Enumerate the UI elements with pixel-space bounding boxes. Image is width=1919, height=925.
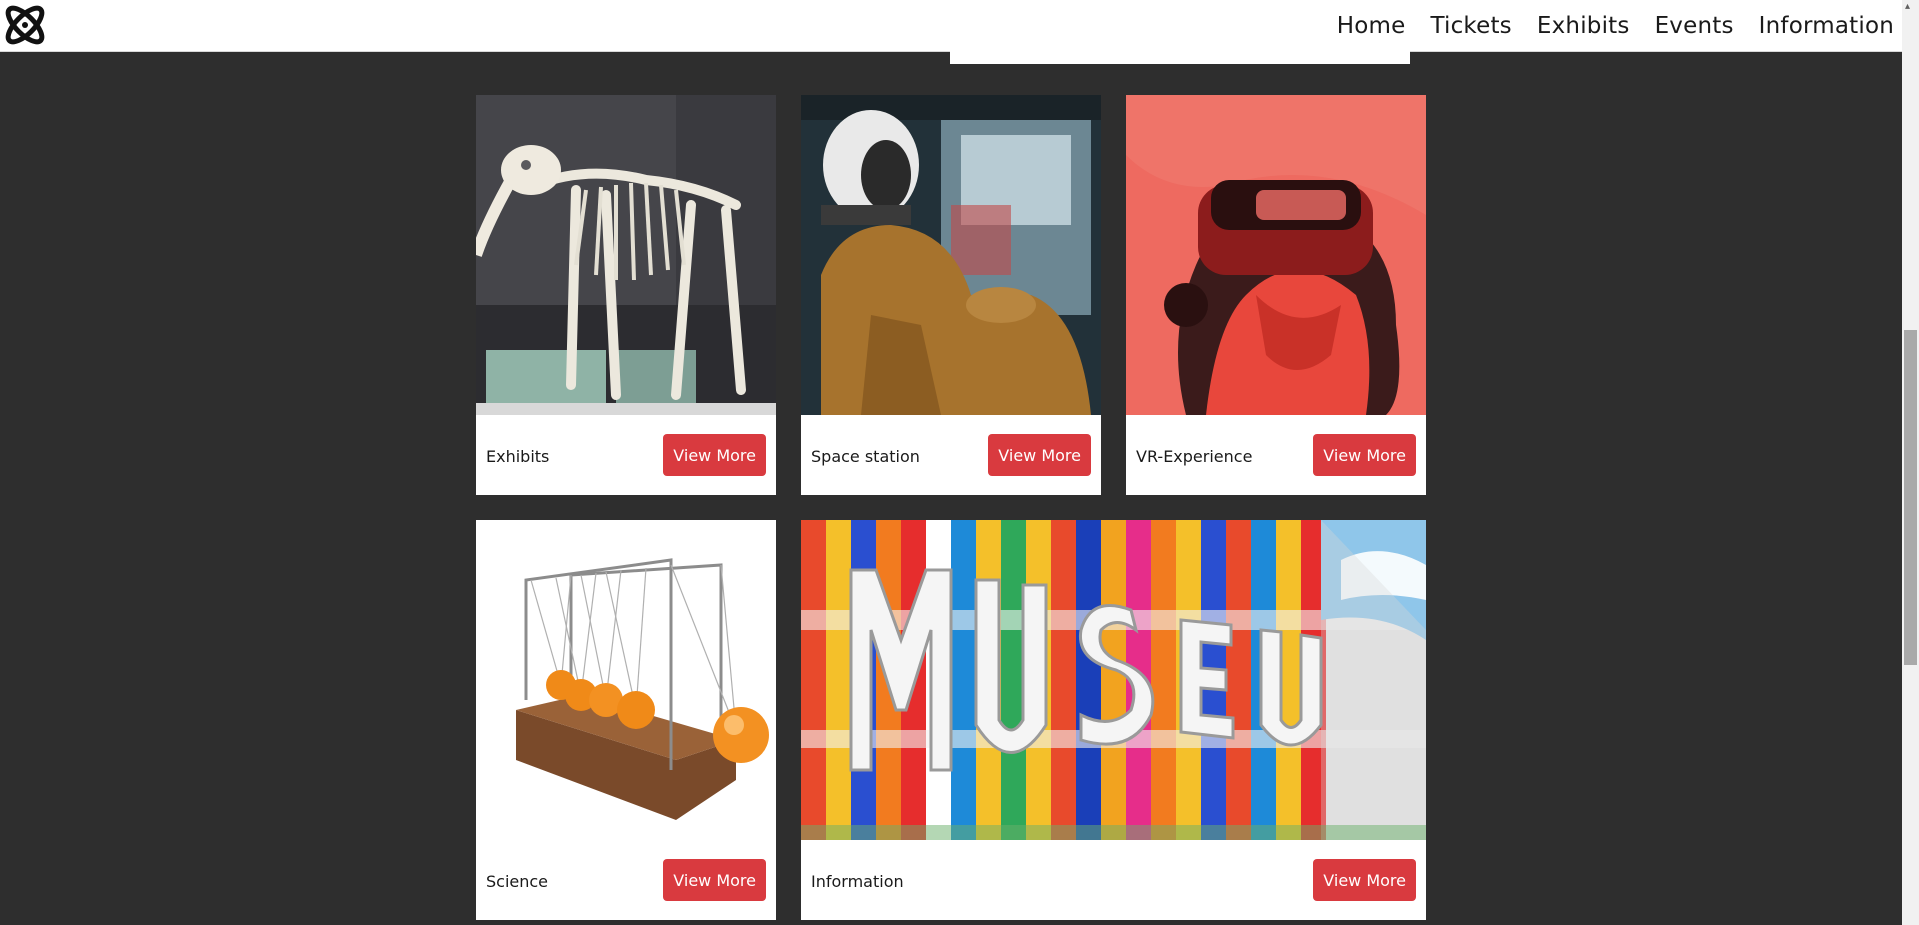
view-more-button[interactable]: View More — [663, 434, 766, 476]
card-label: Space station — [811, 447, 920, 466]
card-exhibits: Exhibits View More — [476, 95, 776, 495]
card-label: Science — [486, 872, 549, 891]
card-space-station: Space station View More — [801, 95, 1101, 495]
nav-exhibits[interactable]: Exhibits — [1537, 13, 1630, 39]
view-more-button[interactable]: View More — [1313, 434, 1416, 476]
view-more-button[interactable]: View More — [1313, 859, 1416, 901]
newtons-cradle-photo — [476, 520, 776, 840]
view-more-button[interactable]: View More — [663, 859, 766, 901]
card-science: Science View More — [476, 520, 776, 920]
vr-headset-photo — [1126, 95, 1426, 415]
nav-home[interactable]: Home — [1337, 13, 1406, 39]
dinosaur-skeleton-photo — [476, 95, 776, 415]
navbar-dropdown-edge — [950, 51, 1410, 64]
scroll-up-icon[interactable]: ▴ — [1905, 2, 1910, 12]
atom-icon[interactable] — [0, 1, 50, 49]
card-label: Exhibits — [486, 447, 550, 466]
nav-links: Home Tickets Exhibits Events Information — [1337, 0, 1894, 51]
astronaut-cockpit-photo — [801, 95, 1101, 415]
scroll-thumb[interactable] — [1904, 330, 1917, 665]
card-vr-experience: VR-Experience View More — [1126, 95, 1426, 495]
card-label: Information — [811, 872, 904, 891]
navbar: Home Tickets Exhibits Events Information — [0, 0, 1902, 52]
view-more-button[interactable]: View More — [988, 434, 1091, 476]
nav-tickets[interactable]: Tickets — [1430, 13, 1511, 39]
nav-information[interactable]: Information — [1759, 13, 1894, 39]
museum-facade-photo — [801, 520, 1426, 840]
nav-events[interactable]: Events — [1655, 13, 1734, 39]
card-information: Information View More — [801, 520, 1426, 920]
card-label: VR-Experience — [1136, 447, 1253, 466]
vertical-scrollbar[interactable]: ▴ — [1902, 0, 1919, 925]
